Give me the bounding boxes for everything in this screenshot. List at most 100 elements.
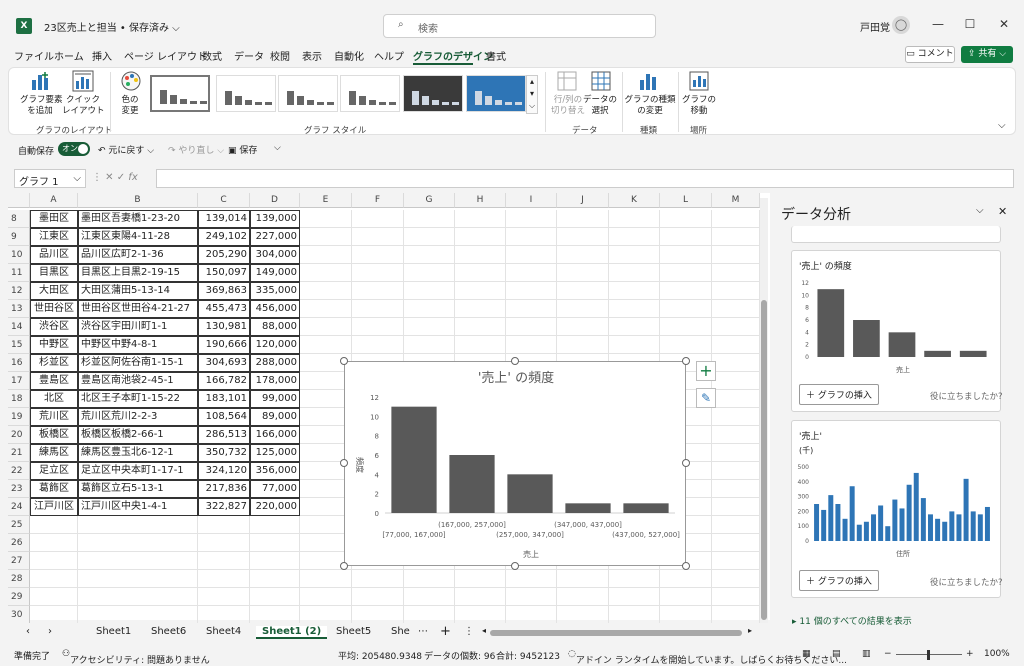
table-cell[interactable]: 板橋区板橋2-66-1 bbox=[78, 426, 198, 444]
empty-cell[interactable] bbox=[352, 336, 404, 354]
empty-cell[interactable] bbox=[712, 444, 760, 462]
row-header[interactable]: 19 bbox=[8, 408, 30, 426]
avatar[interactable]: ◯ bbox=[892, 16, 910, 34]
undo-button[interactable]: ↶ 元に戻す ⌵ bbox=[98, 143, 154, 156]
change-color-button[interactable]: 色の 変更 bbox=[112, 95, 148, 117]
table-cell[interactable]: 世田谷区 bbox=[30, 300, 78, 318]
empty-cell[interactable] bbox=[30, 606, 78, 624]
resize-handle[interactable] bbox=[340, 562, 348, 570]
empty-cell[interactable] bbox=[609, 588, 660, 606]
empty-cell[interactable] bbox=[455, 318, 506, 336]
empty-cell[interactable] bbox=[198, 516, 250, 534]
empty-cell[interactable] bbox=[506, 246, 557, 264]
empty-cell[interactable] bbox=[300, 282, 352, 300]
pane-close-icon[interactable]: ✕ bbox=[998, 205, 1007, 218]
sheet-tab[interactable]: Sheet4 bbox=[206, 626, 241, 637]
resize-handle[interactable] bbox=[682, 562, 690, 570]
column-header[interactable]: M bbox=[712, 193, 760, 208]
menu-item[interactable]: ヘルプ bbox=[374, 48, 404, 63]
empty-cell[interactable] bbox=[660, 606, 712, 624]
empty-cell[interactable] bbox=[404, 606, 455, 624]
empty-cell[interactable] bbox=[455, 246, 506, 264]
empty-cell[interactable] bbox=[712, 282, 760, 300]
table-cell[interactable]: 渋谷区宇田川町1-1 bbox=[78, 318, 198, 336]
table-cell[interactable]: 356,000 bbox=[250, 462, 300, 480]
resize-handle[interactable] bbox=[511, 562, 519, 570]
row-header[interactable]: 27 bbox=[8, 552, 30, 570]
empty-cell[interactable] bbox=[712, 606, 760, 624]
table-cell[interactable]: 江戸川区 bbox=[30, 498, 78, 516]
empty-cell[interactable] bbox=[404, 282, 455, 300]
chart-elements-plus-icon[interactable]: + bbox=[696, 361, 716, 381]
menu-item[interactable]: 挿入 bbox=[92, 48, 112, 63]
tab-next-icon[interactable]: › bbox=[48, 626, 52, 637]
empty-cell[interactable] bbox=[712, 372, 760, 390]
empty-cell[interactable] bbox=[712, 408, 760, 426]
empty-cell[interactable] bbox=[609, 336, 660, 354]
table-cell[interactable]: 品川区 bbox=[30, 246, 78, 264]
empty-cell[interactable] bbox=[455, 282, 506, 300]
empty-cell[interactable] bbox=[557, 228, 609, 246]
empty-cell[interactable] bbox=[660, 246, 712, 264]
table-cell[interactable]: 世田谷区世田谷4-21-27 bbox=[78, 300, 198, 318]
chart-style-6[interactable] bbox=[466, 75, 526, 112]
menu-item[interactable]: 書式 bbox=[486, 48, 506, 63]
table-cell[interactable]: 江戸川区中央1-4-1 bbox=[78, 498, 198, 516]
row-header[interactable]: 9 bbox=[8, 228, 30, 246]
table-cell[interactable]: 大田区蒲田5-13-14 bbox=[78, 282, 198, 300]
table-cell[interactable]: 江東区 bbox=[30, 228, 78, 246]
empty-cell[interactable] bbox=[557, 588, 609, 606]
empty-cell[interactable] bbox=[250, 516, 300, 534]
table-cell[interactable]: 大田区 bbox=[30, 282, 78, 300]
row-header[interactable]: 12 bbox=[8, 282, 30, 300]
empty-cell[interactable] bbox=[506, 588, 557, 606]
insert-chart-button-2[interactable]: ＋ グラフの挿入 bbox=[799, 570, 879, 591]
menu-item[interactable]: データ bbox=[234, 48, 264, 63]
resize-handle[interactable] bbox=[682, 357, 690, 365]
accessibility-status[interactable]: ⚇ アクセシビリティ: 問題ありません bbox=[62, 649, 210, 666]
name-box[interactable]: グラフ 1 ⌵ bbox=[14, 169, 86, 188]
empty-cell[interactable] bbox=[506, 318, 557, 336]
row-header[interactable]: 24 bbox=[8, 498, 30, 516]
row-header[interactable]: 25 bbox=[8, 516, 30, 534]
empty-cell[interactable] bbox=[712, 246, 760, 264]
table-cell[interactable]: 455,473 bbox=[198, 300, 250, 318]
empty-cell[interactable] bbox=[557, 606, 609, 624]
empty-cell[interactable] bbox=[557, 318, 609, 336]
vertical-scroll-thumb[interactable] bbox=[761, 300, 767, 620]
empty-cell[interactable] bbox=[506, 228, 557, 246]
empty-cell[interactable] bbox=[352, 300, 404, 318]
empty-cell[interactable] bbox=[250, 570, 300, 588]
tab-prev-icon[interactable]: ‹ bbox=[26, 626, 30, 637]
empty-cell[interactable] bbox=[404, 264, 455, 282]
empty-cell[interactable] bbox=[78, 606, 198, 624]
save-button[interactable]: ▣ 保存 bbox=[228, 143, 257, 156]
empty-cell[interactable] bbox=[712, 228, 760, 246]
empty-cell[interactable] bbox=[455, 336, 506, 354]
table-cell[interactable]: 190,666 bbox=[198, 336, 250, 354]
empty-cell[interactable] bbox=[455, 570, 506, 588]
empty-cell[interactable] bbox=[712, 498, 760, 516]
empty-cell[interactable] bbox=[506, 264, 557, 282]
menu-item[interactable]: ファイル bbox=[14, 48, 54, 63]
move-chart-button[interactable]: グラフの 移動 bbox=[680, 95, 718, 117]
empty-cell[interactable] bbox=[712, 462, 760, 480]
empty-cell[interactable] bbox=[300, 228, 352, 246]
table-cell[interactable]: 練馬区 bbox=[30, 444, 78, 462]
table-cell[interactable]: 墨田区 bbox=[30, 210, 78, 228]
empty-cell[interactable] bbox=[198, 552, 250, 570]
chart-style-3[interactable] bbox=[278, 75, 338, 112]
empty-cell[interactable] bbox=[250, 552, 300, 570]
table-cell[interactable]: 葛飾区 bbox=[30, 480, 78, 498]
table-cell[interactable]: 130,981 bbox=[198, 318, 250, 336]
empty-cell[interactable] bbox=[506, 570, 557, 588]
empty-cell[interactable] bbox=[198, 570, 250, 588]
user-name[interactable]: 戸田覚 bbox=[860, 19, 890, 34]
menu-item[interactable]: 数式 bbox=[202, 48, 222, 63]
empty-cell[interactable] bbox=[712, 336, 760, 354]
table-cell[interactable]: 304,693 bbox=[198, 354, 250, 372]
empty-cell[interactable] bbox=[352, 264, 404, 282]
empty-cell[interactable] bbox=[506, 210, 557, 228]
row-header[interactable]: 28 bbox=[8, 570, 30, 588]
select-data-button[interactable]: データの 選択 bbox=[580, 95, 620, 117]
